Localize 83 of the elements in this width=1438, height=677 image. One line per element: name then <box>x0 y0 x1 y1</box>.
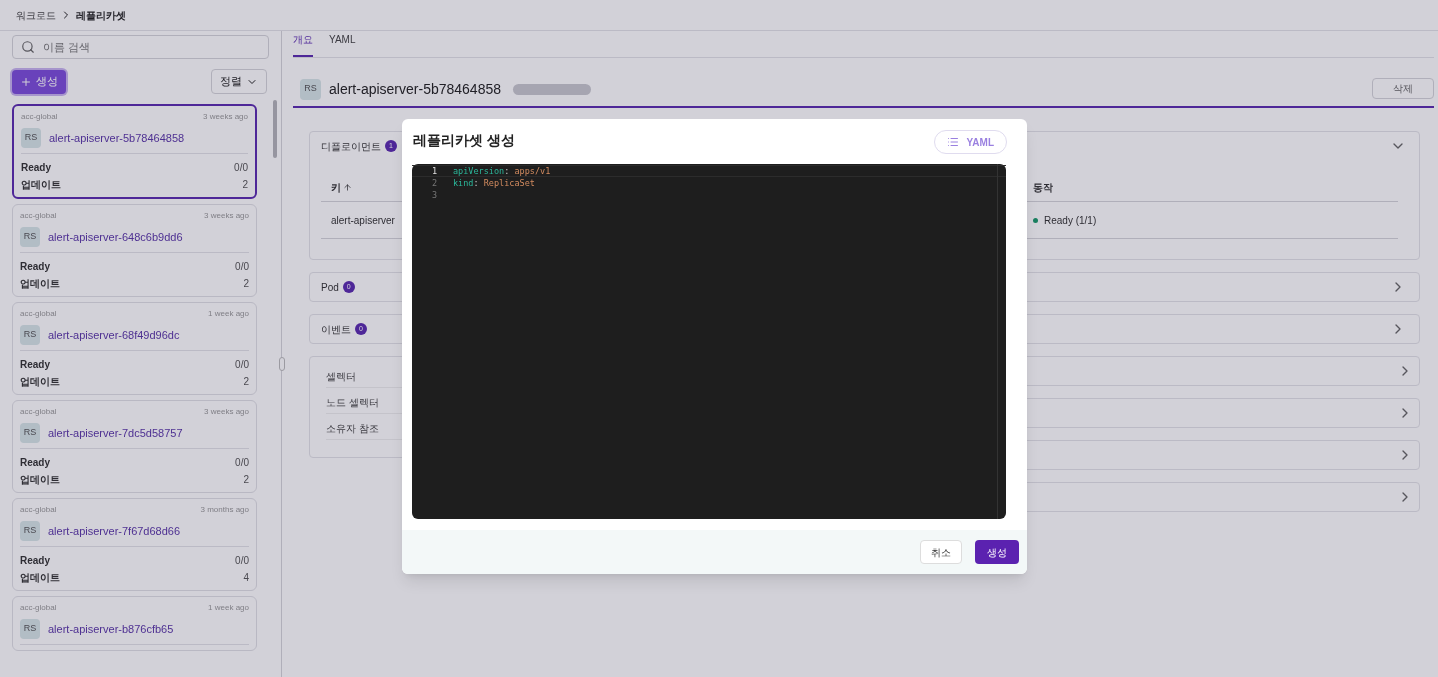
replicaset-card[interactable]: acc-global 1 week ago RS alert-apiserver-b876cfb65 <box>12 596 257 651</box>
kind-badge: RS <box>20 227 40 247</box>
section-title[interactable]: 이벤트 <box>321 321 351 337</box>
update-value: 2 <box>242 178 248 192</box>
scrollbar-thumb[interactable] <box>273 100 277 158</box>
namespace-label: acc-global <box>20 406 57 418</box>
dialog-title: 레플리카셋 생성 <box>413 131 515 150</box>
ready-label: Ready <box>20 554 50 568</box>
cancel-button[interactable]: 취소 <box>920 540 962 564</box>
ready-label: Ready <box>20 260 50 274</box>
replicaset-card[interactable]: acc-global 1 week ago RS alert-apiserver-68f49d96dc Ready 0/0 업데이트 2 <box>12 302 257 395</box>
update-label: 업데이트 <box>20 375 60 389</box>
ready-label: Ready <box>20 358 50 372</box>
ready-value: 0/0 <box>234 161 248 175</box>
tab[interactable]: YAML <box>329 32 356 57</box>
page-title: alert-apiserver-5b78464858 <box>329 79 501 99</box>
ready-value: 0/0 <box>235 554 249 568</box>
replicaset-name[interactable]: alert-apiserver-5b78464858 <box>49 129 185 147</box>
plus-icon <box>20 75 32 88</box>
sort-button[interactable]: 정렬 <box>211 69 267 94</box>
replicaset-card[interactable]: acc-global 3 weeks ago RS alert-apiserver-648c6b9dd6 Ready 0/0 업데이트 2 <box>12 204 257 297</box>
list-icon <box>946 136 959 148</box>
code-line: apiVersion: apps/v1 <box>453 164 551 178</box>
namespace-label: acc-global <box>21 111 58 123</box>
sort-ascending-icon <box>343 183 352 192</box>
age-label: 3 weeks ago <box>204 406 249 418</box>
age-label: 3 months ago <box>200 504 249 516</box>
age-label: 3 weeks ago <box>203 111 248 123</box>
ready-label: Ready <box>21 161 51 175</box>
line-number: 1 <box>430 164 437 178</box>
update-value: 2 <box>243 375 249 389</box>
resize-handle[interactable] <box>279 357 285 371</box>
breadcrumb-item: 레플리카셋 <box>76 8 126 23</box>
kind-badge: RS <box>20 521 40 541</box>
namespace-label: acc-global <box>20 210 57 222</box>
update-value: 4 <box>243 571 249 585</box>
ready-value: 0/0 <box>235 456 249 470</box>
code-line: kind: ReplicaSet <box>453 176 535 190</box>
ready-value: 0/0 <box>235 260 249 274</box>
update-label: 업데이트 <box>20 473 60 487</box>
replicaset-name[interactable]: alert-apiserver-648c6b9dd6 <box>48 228 183 246</box>
update-label: 업데이트 <box>21 178 61 192</box>
section-title[interactable]: Pod <box>321 279 339 295</box>
age-label: 3 weeks ago <box>204 210 249 222</box>
replicaset-name[interactable]: alert-apiserver-68f49d96dc <box>48 326 180 344</box>
delete-button[interactable]: 삭제 <box>1372 78 1434 99</box>
section-title[interactable]: 디플로이먼트 <box>321 138 381 154</box>
replicaset-card[interactable]: acc-global 3 months ago RS alert-apiserver-7f67d68d66 Ready 0/0 업데이트 4 <box>12 498 257 591</box>
update-label: 업데이트 <box>20 277 60 291</box>
search-icon <box>21 40 35 54</box>
namespace-label: acc-global <box>20 602 57 614</box>
replicaset-name[interactable]: alert-apiserver-7dc5d58757 <box>48 424 183 442</box>
age-label: 1 week ago <box>208 602 249 614</box>
age-label: 1 week ago <box>208 308 249 320</box>
replicaset-card[interactable]: acc-global 3 weeks ago RS alert-apiserver-7dc5d58757 Ready 0/0 업데이트 2 <box>12 400 257 493</box>
ready-value: 0/0 <box>235 358 249 372</box>
update-value: 2 <box>243 473 249 487</box>
tab[interactable]: 개요 <box>293 32 313 57</box>
code-editor[interactable]: 1 apiVersion: apps/v1 2 kind: ReplicaSet 3 <box>412 164 1006 519</box>
update-value: 2 <box>243 277 249 291</box>
kind-badge: RS <box>21 128 41 148</box>
line-number: 2 <box>430 176 437 190</box>
table-cell-text: alert-apiserver <box>331 213 396 228</box>
namespace-label: acc-global <box>20 504 57 516</box>
replicaset-name[interactable]: alert-apiserver-b876cfb65 <box>48 620 174 638</box>
breadcrumb-item[interactable]: 워크로드 <box>16 7 56 23</box>
search-field[interactable]: 이름 검색 <box>12 35 269 59</box>
update-label: 업데이트 <box>20 571 60 585</box>
create-button[interactable]: 생성 <box>12 69 66 94</box>
ready-label: Ready <box>20 456 50 470</box>
submit-button[interactable]: 생성 <box>975 540 1019 564</box>
column-header[interactable]: 키 <box>331 180 341 195</box>
line-number: 3 <box>430 188 437 202</box>
replicaset-card[interactable]: acc-global 3 weeks ago RS alert-apiserver-5b78464858 Ready 0/0 업데이트 2 <box>12 104 257 199</box>
column-header[interactable]: 동작 <box>1033 180 1053 195</box>
search-input[interactable]: 이름 검색 <box>43 38 260 56</box>
kind-badge: RS <box>20 325 40 345</box>
status-text: Ready (1/1) <box>1044 213 1097 228</box>
kind-badge: RS <box>300 78 321 100</box>
namespace-label: acc-global <box>20 308 57 320</box>
replicaset-name[interactable]: alert-apiserver-7f67d68d66 <box>48 522 181 540</box>
kind-badge: RS <box>20 619 40 639</box>
kind-badge: RS <box>20 423 40 443</box>
